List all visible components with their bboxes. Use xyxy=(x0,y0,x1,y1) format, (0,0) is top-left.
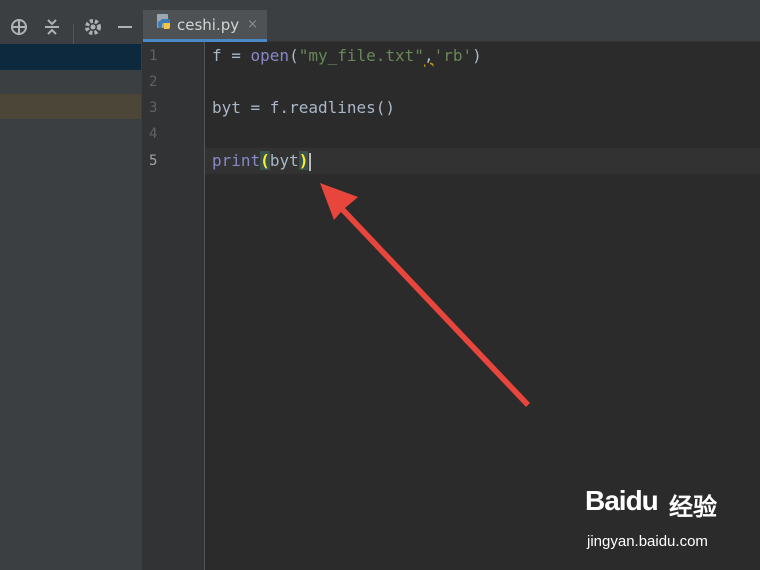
minimize-icon[interactable] xyxy=(114,16,136,38)
code-token: f = xyxy=(212,46,251,65)
close-icon[interactable]: × xyxy=(247,17,258,32)
code-token: ) xyxy=(472,46,482,65)
project-tree-selected-row[interactable] xyxy=(0,44,141,70)
watermark-url: jingyan.baidu.com xyxy=(587,533,708,550)
tab-label: ceshi.py xyxy=(177,15,240,34)
code-token-builtin: print xyxy=(212,151,261,170)
gear-icon[interactable] xyxy=(82,16,104,38)
code-token-warning: , xyxy=(423,46,434,65)
code-token-string: 'rb' xyxy=(433,46,473,65)
baidu-logo: Baidu xyxy=(585,485,659,516)
title-strip xyxy=(0,0,760,10)
code-line-3[interactable]: byt = f.readlines() xyxy=(212,95,395,121)
project-toolbar xyxy=(0,10,143,44)
line-number: 3 xyxy=(149,100,158,116)
toolbar-separator xyxy=(73,24,74,44)
baidu-watermark: Baidu 经验 jingyan.baidu.com xyxy=(585,485,755,555)
line-number: 1 xyxy=(149,48,158,64)
crosshair-icon[interactable] xyxy=(8,16,30,38)
bracket-highlight: ) xyxy=(298,151,309,170)
code-token: ( xyxy=(289,46,299,65)
watermark-brand: 经验 xyxy=(669,493,717,521)
collapse-icon[interactable] xyxy=(41,16,63,38)
line-number-current: 5 xyxy=(149,153,158,169)
python-file-icon xyxy=(155,13,173,36)
line-number-gutter: 1 2 3 4 5 xyxy=(143,42,205,570)
text-caret xyxy=(309,152,312,171)
project-tree-highlight-row[interactable] xyxy=(0,94,141,119)
code-line-5[interactable]: print(byt) xyxy=(212,148,312,174)
line-number: 4 xyxy=(149,126,158,142)
editor-tabs: ceshi.py × xyxy=(143,10,760,42)
code-token: byt xyxy=(269,151,299,170)
code-token: byt = f.readlines() xyxy=(212,98,396,117)
code-token-builtin: open xyxy=(250,46,290,65)
line-number: 2 xyxy=(149,74,158,90)
tab-ceshi-py[interactable]: ceshi.py × xyxy=(143,10,267,42)
bracket-highlight: ( xyxy=(260,151,270,170)
code-line-1[interactable]: f = open("my_file.txt",'rb') xyxy=(212,43,482,69)
code-token-string: "my_file.txt" xyxy=(298,46,424,65)
